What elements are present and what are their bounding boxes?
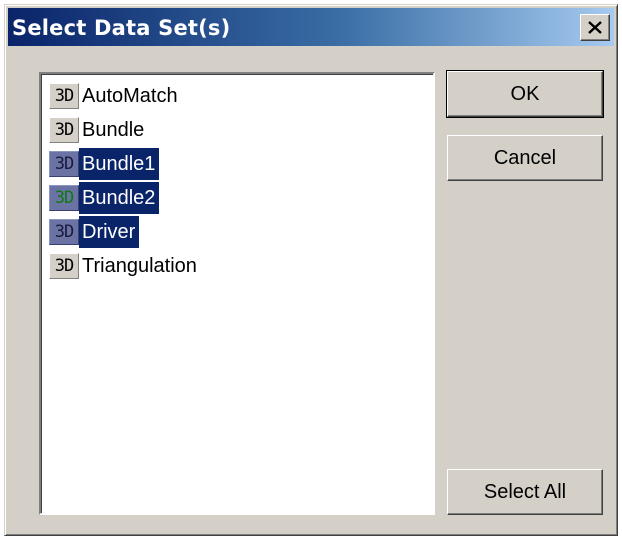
close-icon [588,21,602,34]
close-button[interactable] [580,14,610,41]
data-set-listbox[interactable]: 3D AutoMatch 3D Bundle 3D Bundle1 3D Bun… [39,72,435,515]
list-item-driver[interactable]: 3D Driver [49,216,140,248]
3d-dataset-icon: 3D [49,117,79,143]
list-item-bundle[interactable]: 3D Bundle [49,114,148,146]
select-data-sets-dialog: Select Data Set(s) 3D AutoMatch 3D Bundl… [4,4,618,536]
list-item-label: Triangulation [82,255,197,277]
list-item-label: Bundle1 [79,148,160,180]
title-bar[interactable]: Select Data Set(s) [8,8,614,46]
list-item-triangulation[interactable]: 3D Triangulation [49,250,201,282]
list-item-label: Bundle [82,119,145,141]
3d-dataset-icon: 3D [49,151,79,177]
list-item-label: AutoMatch [82,85,178,107]
3d-dataset-icon: 3D [49,185,79,211]
list-item-bundle2[interactable]: 3D Bundle2 [49,182,160,214]
3d-dataset-icon: 3D [49,219,79,245]
dialog-title: Select Data Set(s) [12,16,231,40]
cancel-button[interactable]: Cancel [447,135,603,181]
list-item-automatch[interactable]: 3D AutoMatch [49,80,182,112]
list-item-label: Bundle2 [79,182,160,214]
ok-button[interactable]: OK [446,70,604,118]
3d-dataset-icon: 3D [49,83,79,109]
3d-dataset-icon: 3D [49,253,79,279]
list-item-label: Driver [79,216,140,248]
select-all-button[interactable]: Select All [447,469,603,515]
list-item-bundle1[interactable]: 3D Bundle1 [49,148,160,180]
